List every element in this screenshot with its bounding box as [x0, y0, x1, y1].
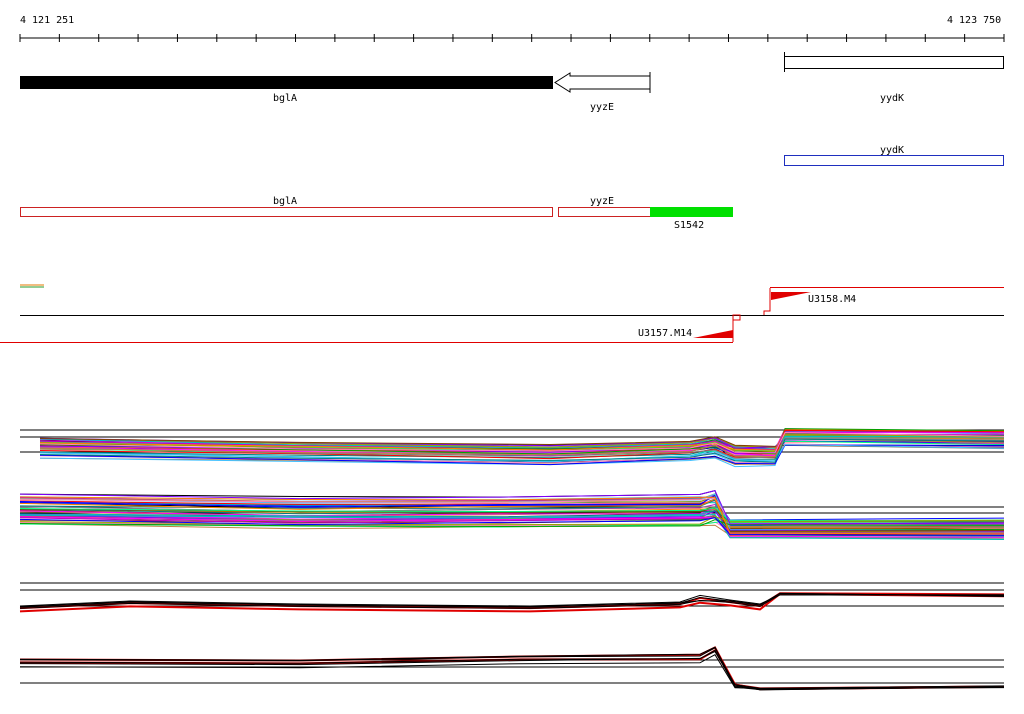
segment-right-step [763, 288, 771, 315]
segment-left-wedge [693, 330, 733, 338]
segment-left-step [732, 314, 741, 342]
segment-right-wedge [771, 292, 811, 300]
annotation-S1542-label: S1542 [674, 220, 704, 231]
gene-track: bglA yyzE yydK [20, 52, 1004, 113]
genome-browser-canvas: 4 121 251 4 123 750 bglA yyzE yydK yydK … [0, 15, 1005, 691]
expression-panel-3 [19, 582, 1005, 613]
annotation-yydK-label: yydK [880, 145, 904, 156]
gene-bglA-label: bglA [273, 93, 297, 104]
expression-panel-4 [19, 646, 1005, 691]
segment-track: U3157.M14 U3158.M4 [0, 284, 1004, 343]
gene-yyzE-label: yyzE [590, 102, 614, 113]
annotation-yydK[interactable] [784, 155, 1004, 166]
annotation-bglA-label: bglA [273, 196, 297, 207]
profile-line [19, 646, 1005, 690]
gene-yydK[interactable] [784, 56, 1004, 69]
annotation-track: yydK bglA yyzE S1542 [20, 145, 1004, 231]
ruler-end-label: 4 123 750 [947, 15, 1001, 26]
expression-panel-2 [19, 490, 1005, 540]
segment-right-label: U3158.M4 [808, 294, 856, 305]
ruler-start-label: 4 121 251 [20, 15, 74, 26]
coordinate-ruler: 4 121 251 4 123 750 [19, 15, 1005, 42]
annotation-bglA[interactable] [20, 207, 553, 217]
gene-yyzE-arrow[interactable] [554, 72, 651, 93]
annotation-yyzE-label: yyzE [590, 196, 614, 207]
expression-panel-1 [20, 428, 1005, 468]
annotation-yyzE[interactable] [558, 207, 651, 217]
gene-yydK-label: yydK [880, 93, 904, 104]
gene-bglA[interactable] [20, 76, 553, 89]
segment-left-label: U3157.M14 [638, 328, 692, 339]
profile-line [19, 647, 1005, 691]
annotation-S1542[interactable] [650, 207, 733, 217]
